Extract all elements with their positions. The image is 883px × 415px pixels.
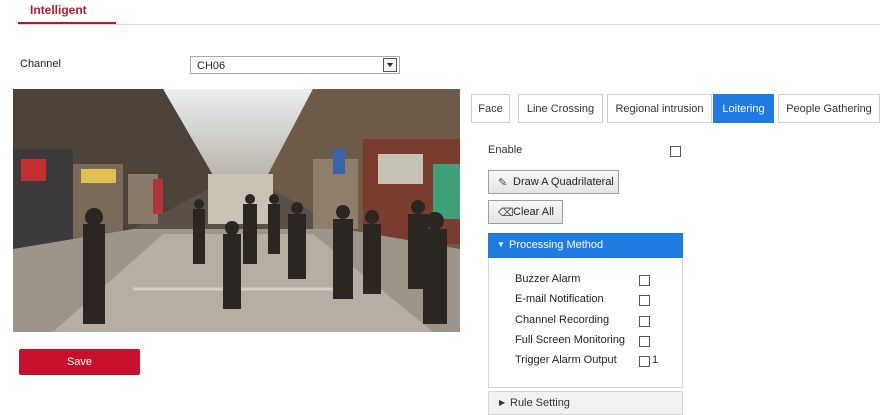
tab-face[interactable]: Face bbox=[471, 94, 510, 123]
eraser-icon: ⌫ bbox=[498, 207, 514, 219]
draw-quadrilateral-button[interactable]: ✎ Draw A Quadrilateral bbox=[488, 170, 619, 194]
channel-recording-checkbox[interactable] bbox=[639, 316, 650, 327]
email-notification-checkbox[interactable] bbox=[639, 295, 650, 306]
save-button[interactable]: Save bbox=[19, 349, 140, 375]
rule-setting-title: Rule Setting bbox=[510, 397, 570, 409]
processing-method-title: Processing Method bbox=[509, 239, 604, 251]
channel-recording-label: Channel Recording bbox=[515, 314, 610, 326]
trigger-alarm-output-label: Trigger Alarm Output bbox=[515, 354, 617, 366]
trigger-alarm-output-number: 1 bbox=[652, 354, 659, 366]
tab-loitering[interactable]: Loitering bbox=[713, 94, 774, 123]
processing-method-panel: Buzzer Alarm E-mail Notification Channel… bbox=[488, 258, 683, 388]
clear-all-label: Clear All bbox=[513, 206, 554, 218]
buzzer-alarm-checkbox[interactable] bbox=[639, 275, 650, 286]
header-divider bbox=[18, 24, 880, 25]
buzzer-alarm-label: Buzzer Alarm bbox=[515, 273, 581, 285]
full-screen-monitoring-checkbox[interactable] bbox=[639, 336, 650, 347]
clear-all-button[interactable]: ⌫ Clear All bbox=[488, 200, 563, 224]
chevron-down-icon[interactable] bbox=[383, 58, 397, 72]
tab-people-gathering[interactable]: People Gathering bbox=[778, 94, 880, 123]
trigger-alarm-output-checkbox[interactable] bbox=[639, 356, 650, 367]
tab-intelligent[interactable]: Intelligent bbox=[30, 3, 87, 23]
enable-label: Enable bbox=[488, 144, 523, 156]
rule-setting-header[interactable]: ▶ Rule Setting bbox=[488, 391, 683, 415]
tab-line-crossing[interactable]: Line Crossing bbox=[518, 94, 603, 123]
draw-quadrilateral-label: Draw A Quadrilateral bbox=[513, 176, 614, 188]
caret-right-icon: ▶ bbox=[499, 398, 506, 407]
camera-preview[interactable] bbox=[13, 89, 460, 332]
enable-checkbox[interactable] bbox=[670, 146, 681, 157]
channel-select-value: CH06 bbox=[197, 60, 226, 72]
tab-regional-intrusion[interactable]: Regional intrusion bbox=[607, 94, 712, 123]
caret-down-icon: ▼ bbox=[497, 240, 505, 249]
email-notification-label: E-mail Notification bbox=[515, 293, 604, 305]
processing-method-header[interactable]: ▼ Processing Method bbox=[488, 233, 683, 258]
camera-preview-image bbox=[13, 89, 460, 332]
channel-select[interactable]: CH06 bbox=[190, 56, 400, 74]
channel-label: Channel bbox=[20, 58, 61, 70]
full-screen-monitoring-label: Full Screen Monitoring bbox=[515, 334, 626, 346]
pencil-icon: ✎ bbox=[498, 177, 508, 189]
